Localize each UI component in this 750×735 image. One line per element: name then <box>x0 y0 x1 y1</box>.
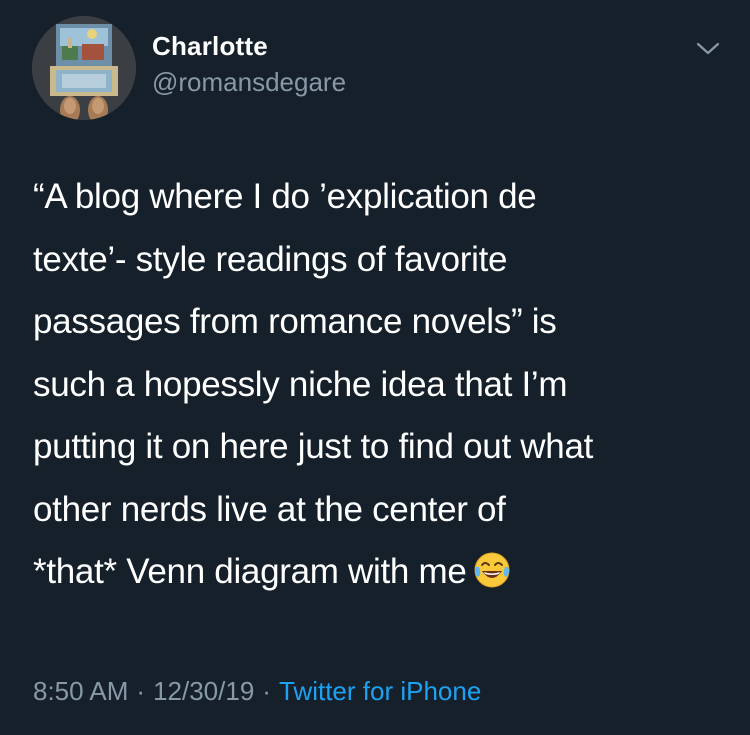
tweet-text-line: “A blog where I do ’explication de <box>33 177 537 216</box>
meta-separator: · <box>262 676 271 706</box>
avatar[interactable] <box>32 16 136 120</box>
tweet-card: Charlotte @romansdegare “A blog where I … <box>0 0 750 735</box>
tweet-text-line: passages from romance novels” is <box>33 302 557 341</box>
tweet-text-line: texte’- style readings of favorite <box>33 239 508 279</box>
tweet-text-line: such a hopessly niche idea that I’m <box>33 364 568 404</box>
tweet-date[interactable]: 12/30/19 <box>153 676 254 706</box>
tweet-text-line: *that* Venn diagram with me <box>33 552 467 591</box>
tweet-text-last-line: *that* Venn diagram with me <box>33 541 733 604</box>
tweet-meta: 8:50 AM · 12/30/19 · Twitter for iPhone <box>33 674 481 708</box>
laughing-tears-emoji-icon <box>473 547 511 610</box>
avatar-image <box>32 16 136 120</box>
tweet-time[interactable]: 8:50 AM <box>33 676 128 706</box>
display-name[interactable]: Charlotte <box>152 30 346 62</box>
user-info: Charlotte @romansdegare <box>152 30 346 98</box>
user-handle[interactable]: @romansdegare <box>152 66 346 98</box>
meta-separator: · <box>136 676 146 706</box>
tweet-source-link[interactable]: Twitter for iPhone <box>279 676 481 706</box>
tweet-text: “A blog where I do ’explication de texte… <box>33 166 733 604</box>
chevron-down-icon[interactable] <box>694 38 722 58</box>
tweet-text-line: other nerds live at the center of <box>33 489 506 529</box>
tweet-text-line: putting it on here just to find out what <box>33 427 594 466</box>
